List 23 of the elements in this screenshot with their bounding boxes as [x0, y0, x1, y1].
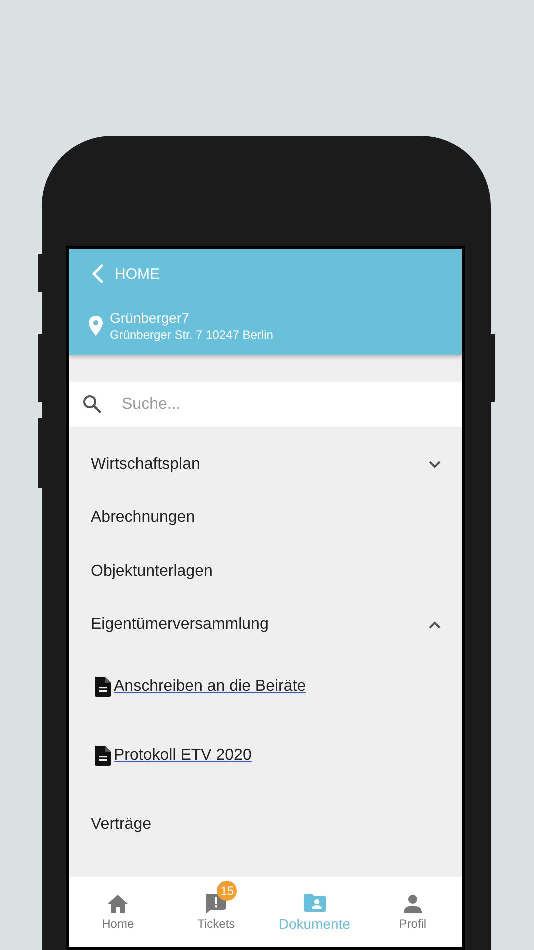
section-item[interactable]: Verträge: [69, 798, 462, 852]
nav-tab[interactable]: Profil: [364, 877, 462, 947]
chevron-up-icon: [428, 620, 442, 630]
property-name: Grünberger7: [110, 310, 190, 326]
search-field[interactable]: Suche...: [69, 382, 462, 427]
count-badge: 15: [217, 881, 238, 901]
chevron-down-icon: [428, 460, 442, 470]
document-link[interactable]: Anschreiben an die Beiräte: [114, 678, 306, 696]
document-icon: [94, 676, 112, 698]
person-folder-icon: [302, 893, 327, 913]
section-item[interactable]: Objektunterlagen: [69, 545, 462, 598]
chevron-left-icon: [91, 264, 105, 284]
person-icon: [402, 894, 423, 914]
document-icon: [94, 744, 112, 766]
document-link[interactable]: Protokoll ETV 2020: [114, 746, 252, 764]
nav-tab[interactable]: Home: [69, 877, 168, 947]
location-pin-icon: [88, 315, 104, 337]
section-header[interactable]: Wirtschaftsplan: [69, 438, 462, 492]
nav-tab[interactable]: 15 Tickets: [167, 877, 266, 947]
property-address: Grünberger Str. 7 10247 Berlin: [110, 328, 274, 342]
section-header[interactable]: Eigentümerversammlung: [69, 598, 462, 652]
house-icon: [107, 894, 130, 914]
section-item[interactable]: Abrechnungen: [69, 492, 462, 545]
